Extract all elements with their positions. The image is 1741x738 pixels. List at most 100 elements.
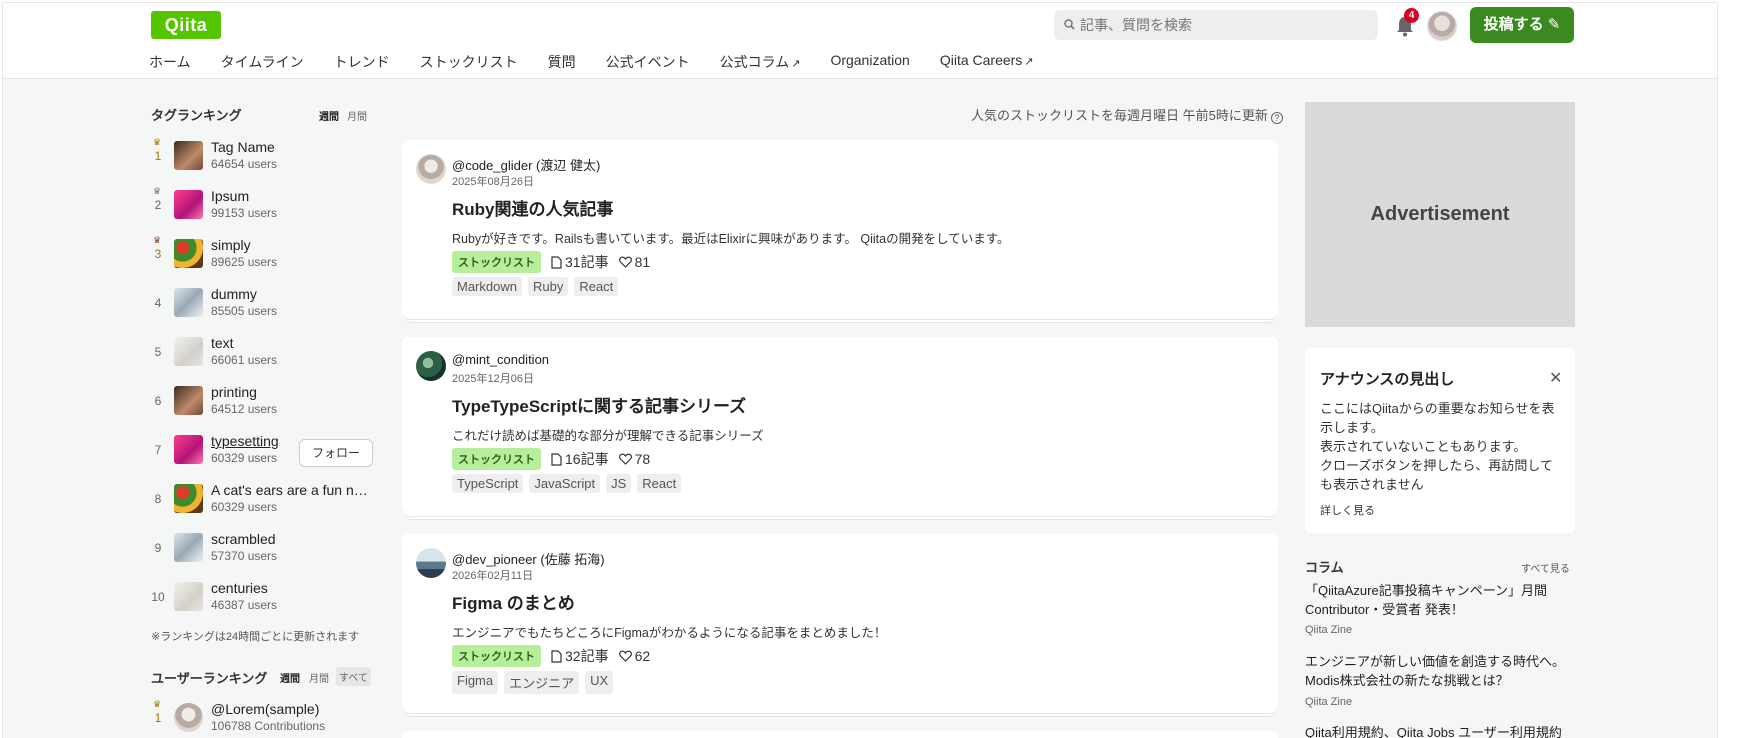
nav-questions[interactable]: 質問 [548, 52, 576, 74]
search-input[interactable] [1080, 10, 1370, 40]
tag-ranking-item[interactable]: 7 typesetting 60329 users フォロー [151, 429, 375, 473]
nav-official-column[interactable]: 公式コラム ↗ [720, 52, 801, 74]
announcement-more-link[interactable]: 詳しく見る [1320, 502, 1375, 518]
card-author[interactable]: @mint_condition [452, 352, 549, 367]
tag-name[interactable]: scrambled [211, 531, 276, 547]
tag-ranking-monthly-toggle[interactable]: 月間 [347, 108, 367, 123]
author-avatar[interactable] [416, 154, 446, 184]
tag-ranking-item[interactable]: 8 A cat's ears are a fun n… 60329 users [151, 478, 375, 522]
user-ranking-monthly-toggle[interactable]: 月間 [309, 670, 329, 685]
tag-chip[interactable]: Markdown [452, 277, 522, 296]
card-title[interactable]: Ruby関連の人気記事 [452, 195, 614, 220]
tag-ranking-item[interactable]: 5 text 66061 users [151, 331, 375, 375]
feed-update-note: 人気のストックリストを毎週月曜日 午前5時に更新? [971, 105, 1283, 124]
announcement-body: ここにはQiitaからの重要なお知らせを表示します。 表示されていないこともあり… [1320, 399, 1564, 494]
tag-name[interactable]: Ipsum [211, 188, 249, 204]
card-meta: ストックリスト 31記事 81 [452, 251, 660, 273]
help-icon[interactable]: ? [1270, 112, 1283, 124]
column-item-title[interactable]: 「QiitaAzure記事投稿キャンペーン」月間Contributor・受賞者 … [1305, 581, 1575, 619]
card-author[interactable]: @dev_pioneer (佐藤 拓海) [452, 549, 605, 568]
rank-number: 3 [154, 247, 162, 261]
like-count: 62 [618, 648, 650, 664]
tag-chip[interactable]: Ruby [527, 277, 569, 296]
tag-name[interactable]: printing [211, 384, 257, 400]
tag-thumbnail [174, 141, 203, 170]
nav-events[interactable]: 公式イベント [606, 52, 690, 74]
tag-ranking-weekly-toggle[interactable]: 週間 [319, 108, 339, 123]
tag-name[interactable]: text [211, 335, 234, 351]
tag-name[interactable]: Tag Name [211, 139, 275, 155]
card-title[interactable]: Figma のまとめ [452, 589, 575, 614]
nav-timeline[interactable]: タイムライン [221, 52, 304, 74]
card-tags: Markdown Ruby React [452, 277, 624, 296]
card-author[interactable]: @code_glider (渡辺 健太) [452, 155, 600, 174]
column-item-title[interactable]: エンジニアが新しい価値を創造する時代へ。Modis株式会社の新たな挑戦とは？ [1305, 652, 1575, 690]
follow-button[interactable]: フォロー [299, 439, 373, 467]
tag-ranking-item[interactable]: ♛ 2 Ipsum 99153 users [151, 184, 375, 228]
tag-ranking-item[interactable]: 6 printing 64512 users [151, 380, 375, 424]
tag-chip[interactable]: エンジニア [504, 671, 580, 694]
card-title[interactable]: TypeTypeScriptに関する記事シリーズ [452, 392, 746, 417]
announcement-box: アナウンスの見出し ✕ ここにはQiitaからの重要なお知らせを表示します。 表… [1305, 348, 1575, 533]
card-description: Rubyが好きです。Railsも書いています。最近はElixirに興味があります… [452, 232, 1010, 246]
stocklist-card[interactable]: @mint_condition 2025年12月06日 TypeTypeScri… [402, 337, 1278, 513]
nav-organization[interactable]: Organization [830, 52, 909, 74]
stocklist-card[interactable] [402, 731, 1278, 738]
document-icon [551, 649, 562, 663]
external-link-icon: ↗ [1024, 56, 1034, 68]
close-icon[interactable]: ✕ [1549, 368, 1562, 388]
user-avatar[interactable] [1427, 11, 1457, 41]
nav-stocklist[interactable]: ストックリスト [420, 52, 518, 74]
tag-name[interactable]: dummy [211, 286, 257, 302]
user-ranking-all-toggle[interactable]: すべて [336, 667, 371, 686]
stocklist-badge: ストックリスト [452, 448, 541, 470]
advertisement[interactable]: Advertisement [1305, 102, 1575, 327]
announcement-title: アナウンスの見出し [1320, 371, 1455, 388]
nav-trend[interactable]: トレンド [334, 52, 390, 74]
document-icon [551, 255, 562, 269]
tag-ranking-item[interactable]: 9 scrambled 57370 users [151, 527, 375, 571]
user-avatar [174, 703, 203, 732]
announcement-line: ここにはQiitaからの重要なお知らせを表示します。 [1320, 401, 1555, 435]
header: Qiita 4 投稿する ✎ ホーム タイムライン トレンド ストックリスト 質… [3, 3, 1717, 79]
tag-name[interactable]: typesetting [211, 433, 279, 449]
tag-name[interactable]: A cat's ears are a fun n… [211, 482, 368, 498]
tag-ranking-item[interactable]: ♛ 3 simply 89625 users [151, 233, 375, 277]
user-name[interactable]: @Lorem(sample) [211, 701, 319, 717]
tag-name[interactable]: centuries [211, 580, 268, 596]
tag-users: 99153 users [211, 206, 278, 220]
tag-chip[interactable]: React [637, 474, 682, 493]
tag-chip[interactable]: Figma [452, 671, 499, 694]
search-icon [1064, 19, 1075, 30]
search-box[interactable] [1054, 10, 1378, 40]
tag-users: 60329 users [211, 451, 278, 465]
user-ranking-weekly-toggle[interactable]: 週間 [280, 670, 300, 685]
author-avatar[interactable] [416, 548, 446, 578]
stocklist-card[interactable]: @code_glider (渡辺 健太) 2025年08月26日 Ruby関連の… [402, 140, 1278, 316]
column-item-title[interactable]: Qiita利用規約、Qiita Jobs ユーザー利用規約 [1305, 723, 1575, 738]
stocklist-badge: ストックリスト [452, 251, 541, 273]
column-see-all-link[interactable]: すべて見る [1521, 560, 1570, 575]
nav-qiita-careers[interactable]: Qiita Careers ↗ [940, 52, 1034, 74]
user-ranking-item[interactable]: ♛ 1 @Lorem(sample) 106788 Contributions [151, 697, 375, 738]
tag-ranking-item[interactable]: 10 centuries 46387 users [151, 576, 375, 620]
tag-name[interactable]: simply [211, 237, 251, 253]
feed-update-note-text: 人気のストックリストを毎週月曜日 午前5時に更新 [971, 108, 1268, 123]
stocklist-card[interactable]: @dev_pioneer (佐藤 拓海) 2026年02月11日 Figma の… [402, 534, 1278, 710]
crown-icon: ♛ [153, 186, 162, 196]
tag-ranking-item[interactable]: ♛ 1 Tag Name 64654 users [151, 135, 375, 179]
stocklist-badge: ストックリスト [452, 645, 541, 667]
author-avatar[interactable] [416, 351, 446, 381]
tag-chip[interactable]: TypeScript [452, 474, 524, 493]
tag-chip[interactable]: UX [585, 671, 614, 694]
tag-chip[interactable]: JavaScript [529, 474, 601, 493]
tag-chip[interactable]: JS [606, 474, 632, 493]
post-button[interactable]: 投稿する ✎ [1470, 7, 1574, 43]
nav-home[interactable]: ホーム [149, 52, 191, 74]
article-count: 31記事 [551, 252, 609, 272]
card-meta: ストックリスト 32記事 62 [452, 645, 660, 667]
qiita-logo[interactable]: Qiita [151, 11, 221, 39]
tag-chip[interactable]: React [574, 277, 619, 296]
tag-ranking-item[interactable]: 4 dummy 85505 users [151, 282, 375, 326]
card-description: これだけ読めば基礎的な部分が理解できる記事シリーズ [452, 429, 764, 443]
